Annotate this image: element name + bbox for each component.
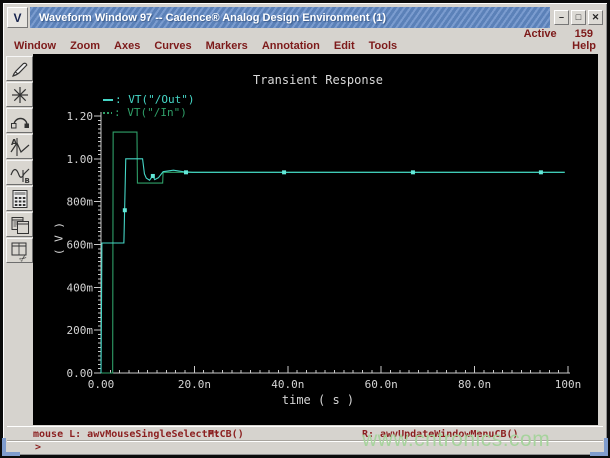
maximize-button[interactable]: □ (571, 10, 586, 25)
marker-a-button[interactable]: A (6, 134, 33, 159)
title-strip[interactable]: Waveform Window 97 -- Cadence® Analog De… (30, 7, 550, 28)
svg-text:60.0n: 60.0n (365, 378, 398, 391)
svg-text:100n: 100n (555, 378, 582, 391)
marker-a-icon: A (10, 137, 29, 156)
watermark: www.cntronics.com (362, 428, 551, 451)
marker-b-icon: B (9, 168, 29, 184)
copy-window-icon (11, 216, 29, 234)
draw-tool-button[interactable] (6, 56, 33, 81)
title-bar: V Waveform Window 97 -- Cadence® Analog … (7, 7, 603, 28)
close-button[interactable]: ✕ (588, 10, 603, 25)
resize-handle-bottom-right[interactable] (590, 438, 608, 456)
svg-text:B: B (24, 177, 29, 184)
toolbar: A B ✂ (6, 56, 34, 263)
legend-label-out: : VT("/Out") (115, 93, 195, 106)
cut-window-button[interactable]: ✂ (6, 238, 33, 263)
menu-item-curves[interactable]: Curves (154, 40, 191, 52)
calculator-icon (12, 189, 27, 208)
curve-tool-button[interactable] (6, 108, 33, 133)
legend-entry-out[interactable]: : VT("/Out") (103, 93, 194, 106)
menu-item-annotation[interactable]: Annotation (262, 40, 320, 52)
menu-bar: Window Zoom Axes Curves Markers Annotati… (7, 38, 603, 54)
out-trace-sample-icon (103, 98, 113, 101)
window-buttons: – □ ✕ (552, 7, 603, 28)
in-trace-sample-icon (103, 111, 112, 114)
legend-label-in: : VT("/In") (114, 106, 187, 119)
svg-text:40.0n: 40.0n (271, 378, 304, 391)
menu-item-help[interactable]: Help (572, 40, 596, 52)
legend: : VT("/Out") : VT("/In") (103, 93, 194, 119)
svg-text:20.0n: 20.0n (178, 378, 211, 391)
menu-item-markers[interactable]: Markers (206, 40, 248, 52)
plot-canvas[interactable]: 0.00 200m 400m 600m 800m 1.00 1.20 0.00 20.0n 40.… (33, 54, 598, 425)
menu-item-tools[interactable]: Tools (369, 40, 398, 52)
marker-b-button[interactable]: B (6, 160, 33, 185)
window-title: Waveform Window 97 -- Cadence® Analog De… (39, 11, 387, 24)
svg-text:200m: 200m (67, 324, 94, 337)
menu-item-zoom[interactable]: Zoom (70, 40, 100, 52)
menu-item-window[interactable]: Window (14, 40, 56, 52)
waveform-window: V Waveform Window 97 -- Cadence® Analog … (0, 0, 610, 458)
maximize-icon: □ (575, 12, 582, 22)
svg-text:800m: 800m (67, 196, 94, 209)
close-icon: ✕ (591, 12, 600, 22)
zoom-fit-button[interactable] (6, 82, 33, 107)
menu-item-edit[interactable]: Edit (334, 40, 355, 52)
menu-item-axes[interactable]: Axes (114, 40, 140, 52)
svg-text:600m: 600m (67, 238, 94, 251)
cut-window-icon: ✂ (11, 242, 30, 262)
minimize-icon: – (558, 12, 564, 22)
window-menu-button[interactable]: V (7, 7, 28, 28)
chevron-down-icon: V (13, 10, 22, 25)
prompt-symbol: > (35, 442, 42, 453)
svg-text:80.0n: 80.0n (458, 378, 491, 391)
svg-text:400m: 400m (67, 281, 94, 294)
star-icon (11, 86, 28, 103)
calculator-button[interactable] (6, 186, 33, 211)
svg-text:0.00: 0.00 (88, 378, 115, 391)
copy-window-button[interactable] (6, 212, 33, 237)
plot-title: Transient Response (252, 73, 384, 87)
legend-entry-in[interactable]: : VT("/In") (103, 106, 194, 119)
y-axis-title: ( V ) (52, 221, 66, 256)
arc-icon (10, 117, 29, 128)
minimize-button[interactable]: – (554, 10, 569, 25)
mouse-middle-binding: M: (208, 429, 221, 440)
resize-handle-bottom-left[interactable] (2, 438, 20, 456)
svg-text:✂: ✂ (17, 252, 29, 261)
svg-text:1.20: 1.20 (67, 110, 94, 123)
svg-text:1.00: 1.00 (67, 153, 94, 166)
x-axis-title: time ( s ) (281, 393, 355, 407)
pen-icon (11, 62, 27, 77)
